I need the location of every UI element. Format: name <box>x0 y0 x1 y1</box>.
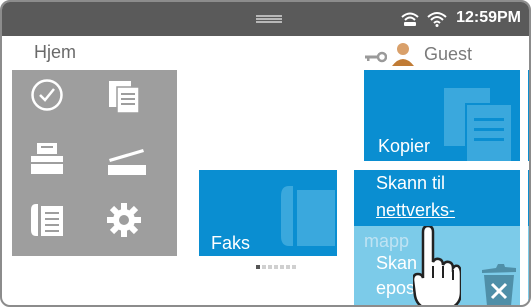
fax-watermark-icon <box>279 180 335 255</box>
tile-skann-epost-line1: Skan <box>376 253 418 273</box>
tile-skann-epost-line2: epos <box>376 278 416 298</box>
tile-faks[interactable]: Faks <box>199 170 337 256</box>
page-dot <box>268 265 272 269</box>
clock-icon[interactable] <box>30 78 64 116</box>
printer-icon[interactable] <box>30 142 64 180</box>
clock-time: 12:59PM <box>456 9 521 26</box>
page-dot <box>262 265 266 269</box>
settings-gear-icon[interactable] <box>107 203 141 241</box>
tile-kopier[interactable]: Kopier <box>364 70 520 161</box>
tile-skann-nett-line1: Skann til <box>376 173 446 193</box>
tile-skann-nett-line3: mapp <box>364 231 410 251</box>
status-bar[interactable]: 12:59PM <box>2 2 529 36</box>
network-icon <box>400 11 420 31</box>
documents-icon[interactable] <box>107 79 141 117</box>
page-dot <box>274 265 278 269</box>
fax-phone-icon[interactable] <box>30 202 64 242</box>
wifi-icon <box>427 11 447 31</box>
scanner-icon[interactable] <box>107 147 147 181</box>
copy-watermark-icon <box>444 88 518 161</box>
person-icon <box>392 42 418 70</box>
page-dot <box>286 265 290 269</box>
apps-panel[interactable] <box>12 70 177 256</box>
touchscreen-frame: 12:59PM Hjem Guest Faks Kopier Skann til… <box>0 0 531 307</box>
tile-faks-label: Faks <box>211 233 251 253</box>
key-icon <box>365 48 388 67</box>
trash-icon[interactable] <box>478 264 520 305</box>
page-dot <box>256 265 260 269</box>
tile-skann-nettverksmappe[interactable]: Skann til nettverks- <box>354 170 520 226</box>
tile-kopier-label: Kopier <box>378 136 431 156</box>
page-title: Hjem <box>34 42 77 62</box>
page-dot <box>280 265 284 269</box>
user-label: Guest <box>424 44 473 64</box>
tile-skann-nett-line2: nettverks- <box>376 200 456 220</box>
pointing-hand-icon <box>411 224 463 305</box>
page-dot <box>292 265 296 269</box>
pulldown-handle-icon[interactable] <box>256 15 282 23</box>
